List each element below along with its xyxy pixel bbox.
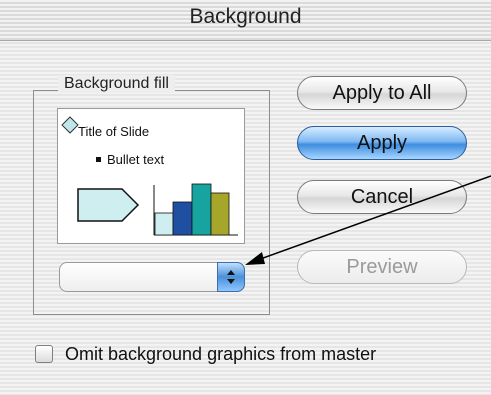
popup-arrows-icon[interactable] (217, 262, 245, 292)
preview-button: Preview (297, 250, 467, 284)
omit-background-label[interactable]: Omit background graphics from master (65, 344, 376, 365)
cancel-button[interactable]: Cancel (297, 180, 467, 214)
fill-color-popup[interactable] (59, 262, 245, 292)
apply-to-all-button[interactable]: Apply to All (297, 76, 467, 110)
apply-button[interactable]: Apply (297, 126, 467, 160)
background-fill-label: Background fill (58, 75, 175, 93)
diamond-bullet-icon (61, 116, 79, 134)
square-bullet-icon (96, 157, 101, 162)
preview-title-text: Title of Slide (78, 124, 149, 139)
background-preview: Title of Slide Bullet text (57, 108, 245, 244)
arrow-shape-icon (77, 188, 140, 222)
bar-chart-icon (153, 183, 238, 236)
omit-background-checkbox[interactable] (35, 345, 53, 363)
window-title: Background (189, 5, 302, 28)
title-bar: Background (0, 0, 491, 41)
preview-bullet-text: Bullet text (107, 152, 164, 167)
